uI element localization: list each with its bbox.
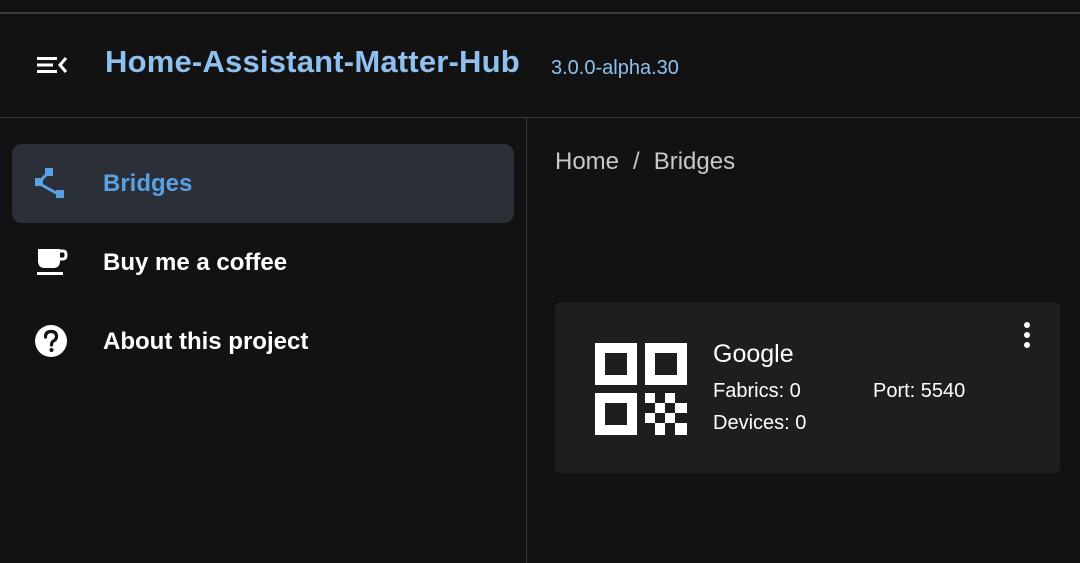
breadcrumb-home-link[interactable]: Home <box>555 148 619 176</box>
sidebar-item-label: About this project <box>103 328 309 355</box>
app-version: 3.0.0-alpha.30 <box>551 57 679 79</box>
bridge-port: Port: 5540 <box>873 380 966 402</box>
menu-toggle-button[interactable] <box>28 48 74 82</box>
app-bar: Home-Assistant-Matter-Hub 3.0.0-alpha.30 <box>0 14 1080 118</box>
bridge-icon <box>35 168 64 198</box>
more-options-button[interactable] <box>1013 320 1041 352</box>
sidebar-item-label: Bridges <box>103 170 193 197</box>
window-top-border <box>0 0 1080 14</box>
breadcrumb-separator: / <box>633 148 640 175</box>
qr-code-icon <box>595 343 687 435</box>
sidebar-item-label: Buy me a coffee <box>103 249 288 276</box>
sidebar-item-bridges[interactable]: Bridges <box>12 144 514 223</box>
help-circle-icon <box>35 325 67 357</box>
bridge-devices: Devices: 0 <box>713 412 807 434</box>
bridge-fabrics: Fabrics: 0 <box>713 380 801 402</box>
sidebar: Bridges Buy me a coffee About this proje… <box>0 118 527 563</box>
bridge-name: Google <box>713 340 794 368</box>
menu-open-icon <box>37 57 68 73</box>
app-title: Home-Assistant-Matter-Hub <box>105 44 520 79</box>
sidebar-item-about[interactable]: About this project <box>12 302 514 381</box>
sidebar-item-buy-me-a-coffee[interactable]: Buy me a coffee <box>12 223 514 302</box>
breadcrumb-current: Bridges <box>653 148 736 175</box>
breadcrumb: Home / Bridges <box>555 148 735 176</box>
bridge-card[interactable]: Google Fabrics: 0 Port: 5540 Devices: 0 <box>555 302 1060 473</box>
coffee-icon <box>37 249 68 275</box>
more-vertical-icon <box>1024 322 1030 348</box>
